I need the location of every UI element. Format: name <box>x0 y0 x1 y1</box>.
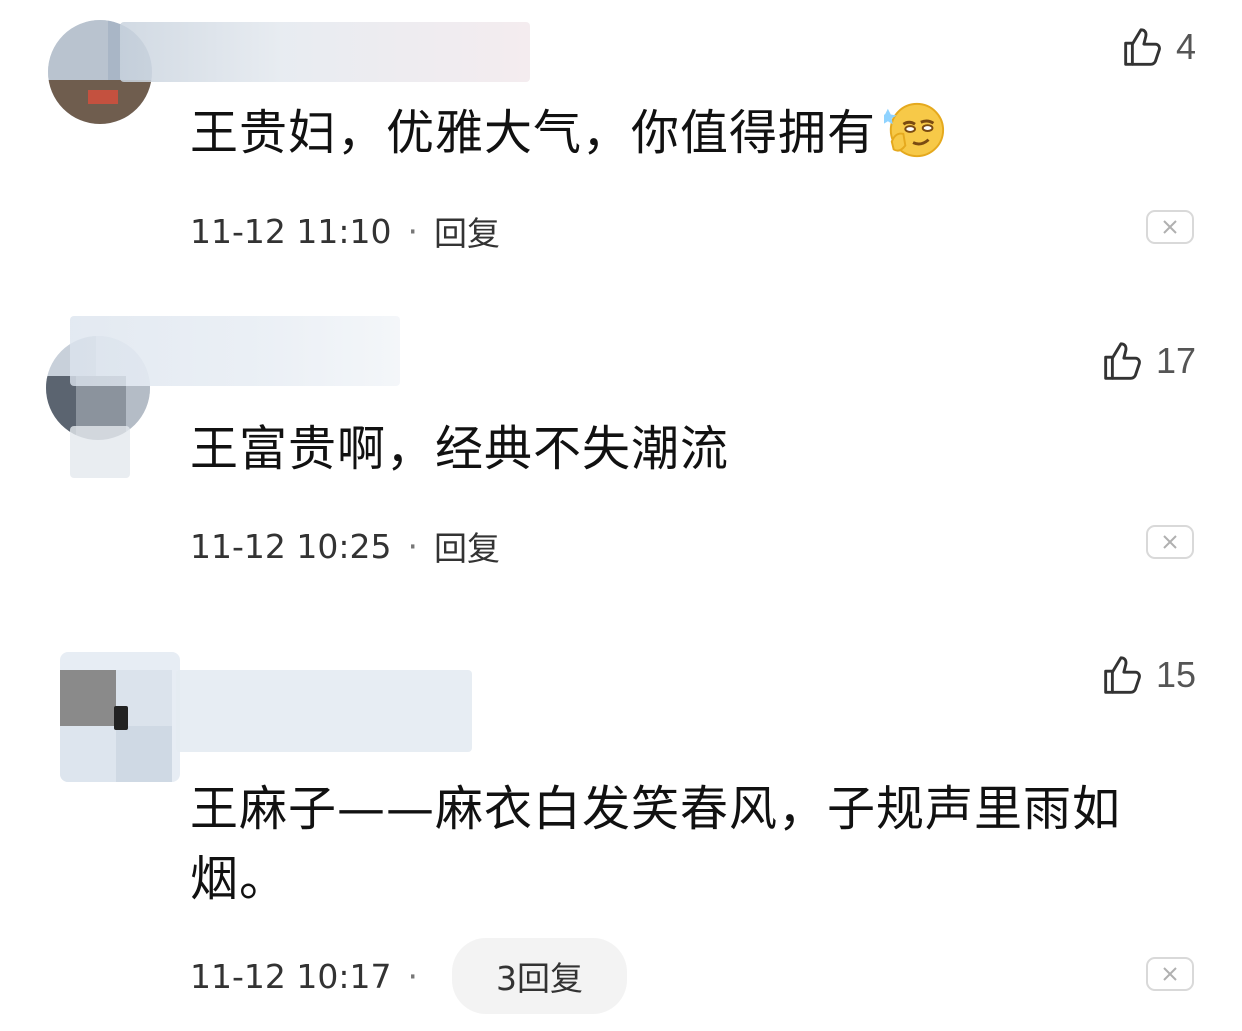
username-blurred[interactable] <box>120 22 530 82</box>
thumbs-up-icon <box>1124 28 1161 66</box>
close-icon <box>1163 535 1177 549</box>
reply-button[interactable]: 回复 <box>434 207 500 255</box>
comment-meta: 11-12 10:25 · 回复 <box>190 522 500 570</box>
separator-dot: · <box>407 526 418 566</box>
like-count: 17 <box>1155 340 1196 381</box>
timestamp: 11-12 10:25 <box>190 526 392 566</box>
separator-dot: · <box>407 211 418 251</box>
comment-item: 4 王贵妇，优雅大气，你值得拥有 11-12 11:10 · 回复 <box>0 0 1242 300</box>
comment-text: 王麻子——麻衣白发笑春风，子规声里雨如烟。 <box>190 781 1122 907</box>
comment-item: 15 王麻子——麻衣白发笑春风，子规声里雨如烟。 11-12 10:17 · 3… <box>0 600 1242 1031</box>
comment-text: 王富贵啊，经典不失潮流 <box>190 421 730 477</box>
close-icon <box>1163 967 1177 981</box>
thumbs-up-icon <box>1104 342 1141 380</box>
like-button[interactable]: 17 <box>1098 338 1196 384</box>
comment-text: 王贵妇，优雅大气，你值得拥有 <box>190 98 1182 168</box>
comment-item: 17 王富贵啊，经典不失潮流 11-12 10:25 · 回复 <box>0 300 1242 600</box>
smirk-emoji-icon <box>879 99 946 161</box>
dismiss-button[interactable] <box>1146 210 1194 244</box>
dismiss-button[interactable] <box>1146 525 1194 559</box>
like-button[interactable]: 4 <box>1118 24 1196 70</box>
username-blurred-2 <box>70 426 130 478</box>
like-count: 15 <box>1155 654 1196 695</box>
timestamp: 11-12 10:17 <box>190 956 392 996</box>
close-icon <box>1163 220 1177 234</box>
dismiss-button[interactable] <box>1146 957 1194 991</box>
timestamp: 11-12 11:10 <box>190 211 392 251</box>
comment-meta: 11-12 11:10 · 回复 <box>190 207 500 255</box>
avatar[interactable] <box>60 652 180 782</box>
separator-dot: · <box>407 956 418 996</box>
thumbs-up-icon <box>1104 656 1141 694</box>
reply-button[interactable]: 回复 <box>434 522 500 570</box>
like-count: 4 <box>1175 26 1196 67</box>
like-button[interactable]: 15 <box>1098 652 1196 698</box>
replies-button[interactable]: 3回复 <box>451 938 627 1014</box>
username-blurred[interactable] <box>176 670 472 752</box>
comment-meta: 11-12 10:17 · 3回复 <box>190 938 627 1014</box>
username-blurred[interactable] <box>70 316 400 386</box>
